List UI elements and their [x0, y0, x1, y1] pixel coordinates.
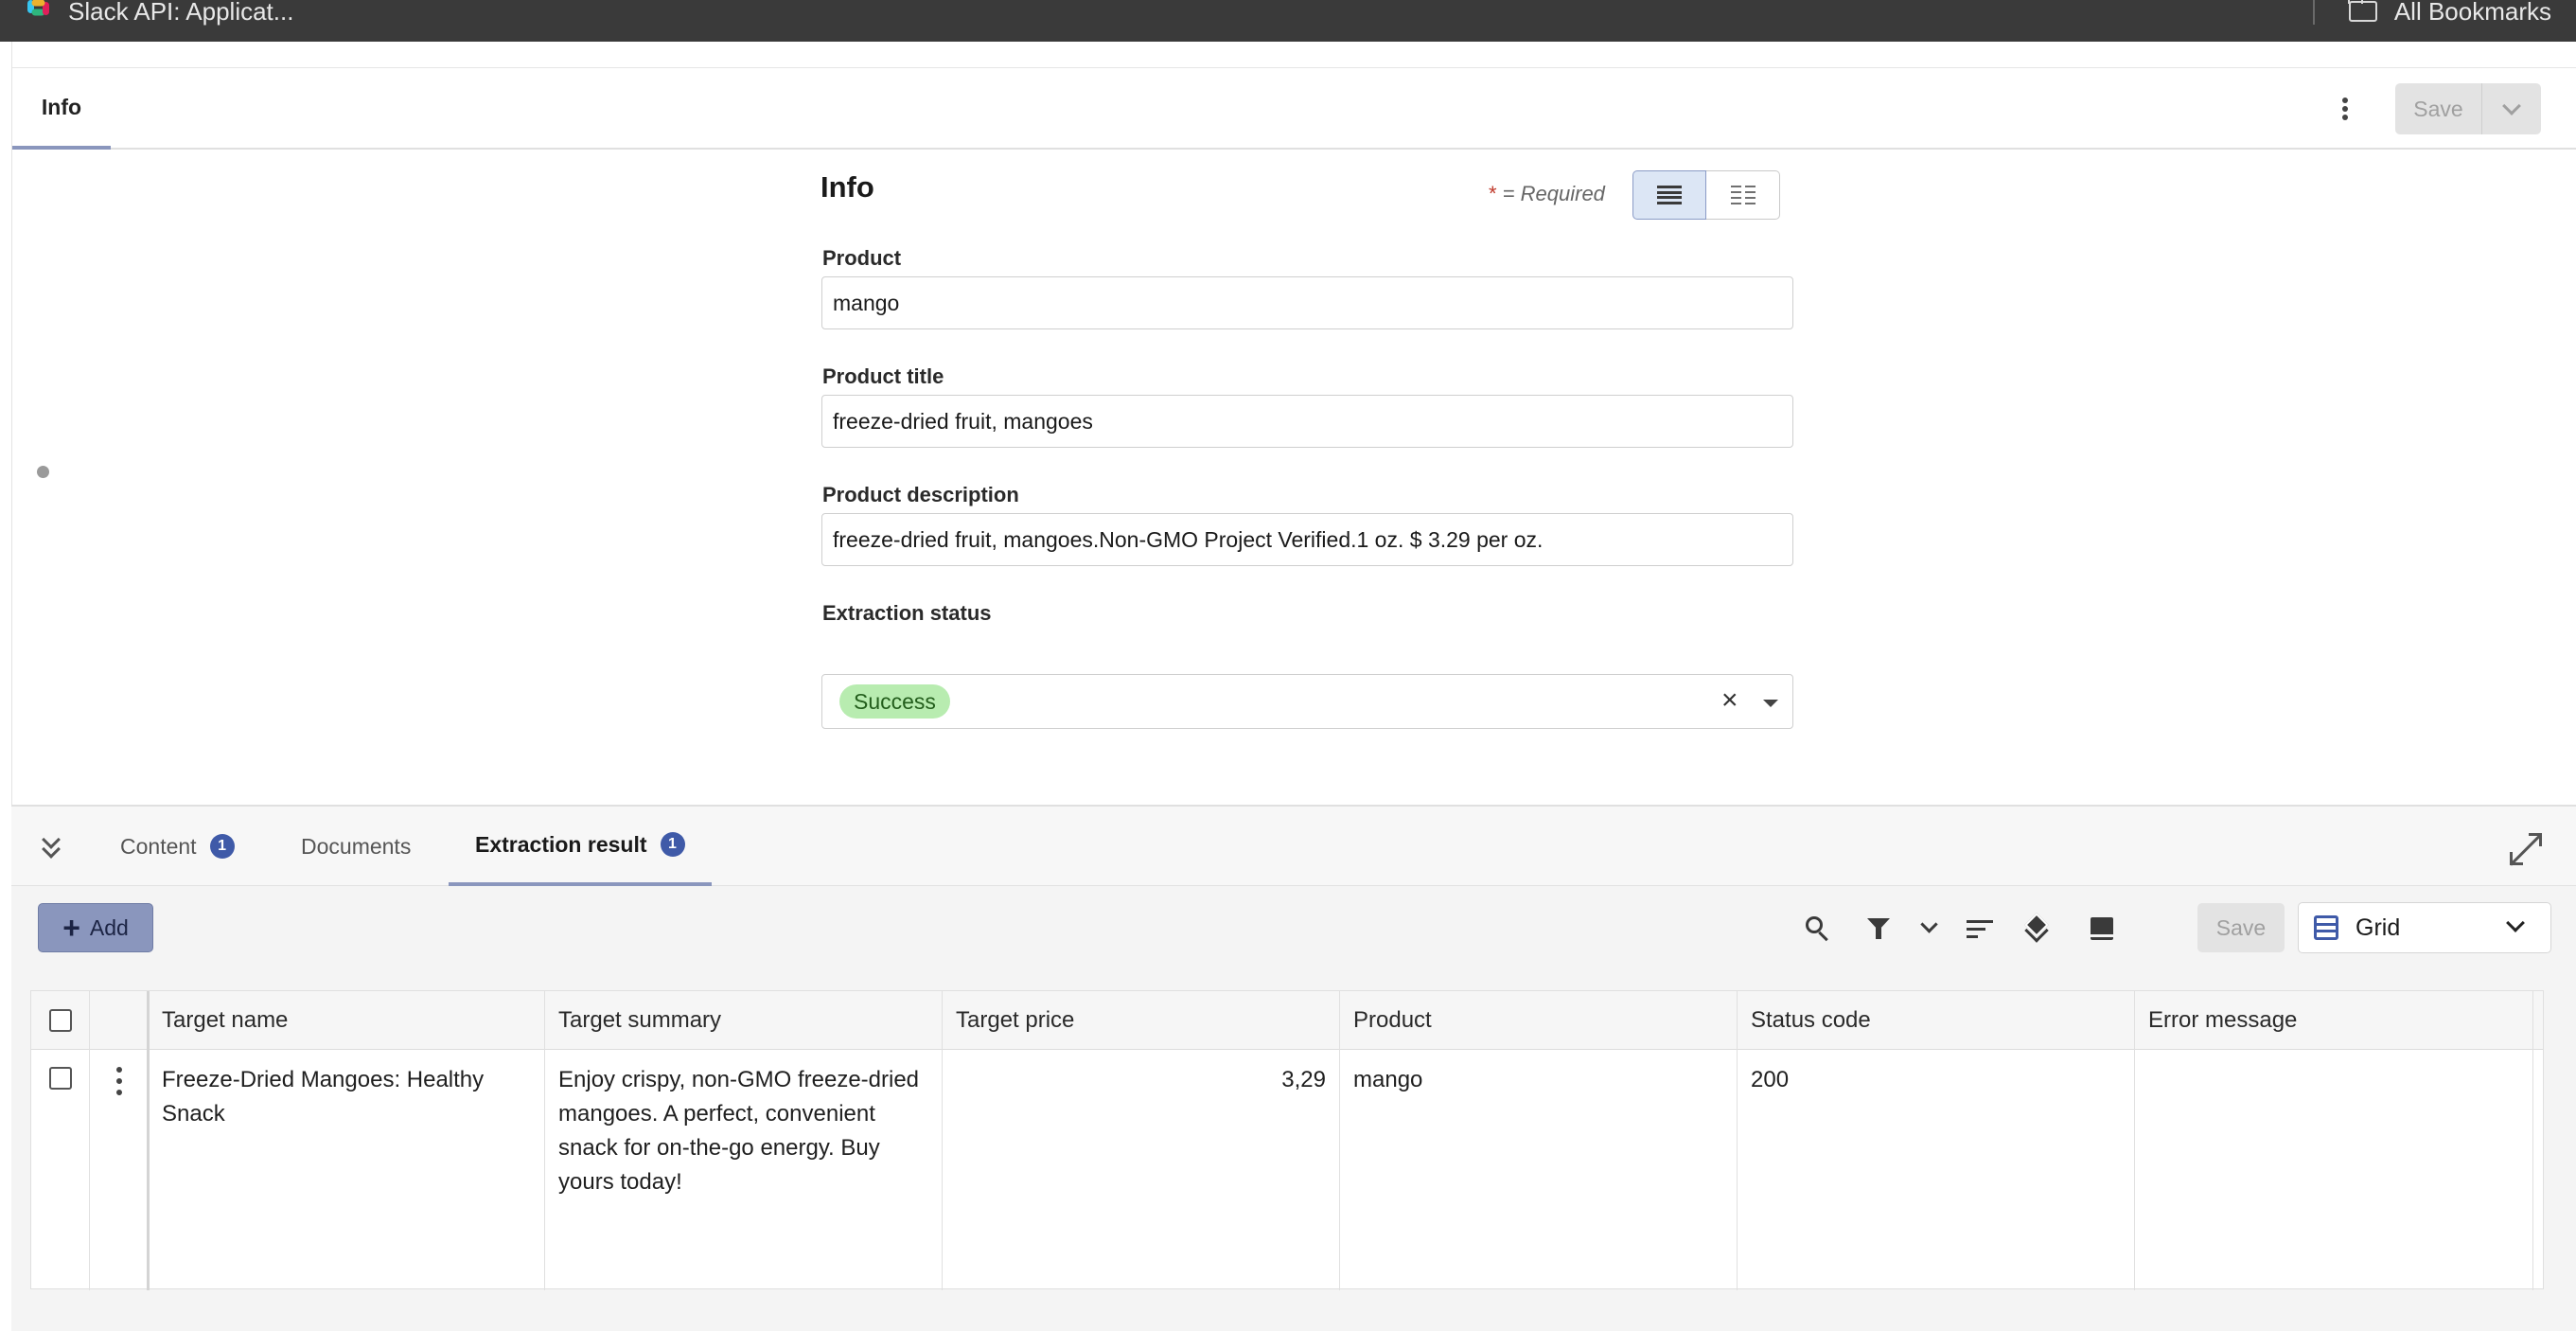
filter-options-chevron-down-icon[interactable] [1914, 913, 1942, 941]
columns-icon [1730, 186, 1756, 204]
chevron-down-icon [2506, 914, 2525, 932]
save-button[interactable]: Save [2395, 83, 2482, 134]
row-checkbox[interactable] [48, 1067, 72, 1090]
column-header-target-name[interactable]: Target name [149, 991, 545, 1050]
bookmarks-separator [2312, 0, 2315, 25]
form-section-title: Info [820, 170, 874, 204]
add-label: Add [89, 914, 129, 940]
row-more-options-icon[interactable] [105, 1065, 133, 1097]
cell-error-message[interactable] [2135, 1050, 2533, 1290]
row-actions-header [90, 991, 149, 1050]
status-badge: Success [839, 684, 950, 719]
panel-view-icon[interactable] [2088, 914, 2116, 943]
column-header-product[interactable]: Product [1340, 991, 1738, 1050]
cell-product[interactable]: mango [1340, 1050, 1738, 1290]
grid-view-icon [2314, 915, 2338, 940]
product-description-input[interactable] [821, 513, 1793, 566]
clear-icon[interactable]: × [1721, 686, 1738, 715]
select-all-cell [31, 991, 90, 1050]
two-column-layout-button[interactable] [1706, 170, 1780, 220]
extraction-status-select[interactable]: Success × [821, 674, 1793, 729]
row-actions-cell [90, 1050, 149, 1290]
product-title-input[interactable] [821, 395, 1793, 448]
single-column-layout-button[interactable] [1632, 170, 1706, 220]
save-options-chevron-down-icon[interactable] [2482, 83, 2541, 134]
app-header-strip [12, 42, 2576, 68]
product-label: Product [822, 246, 902, 270]
related-tabs: Content 1 Documents Extraction result 1 [11, 807, 2576, 886]
extraction-status-label: Extraction status [822, 601, 992, 625]
column-header-status-code[interactable]: Status code [1738, 991, 2135, 1050]
column-header-target-summary[interactable]: Target summary [545, 991, 943, 1050]
dropdown-caret-icon[interactable] [1763, 700, 1778, 707]
record-tabs: Info Save [12, 68, 2576, 150]
bookmark-slack-api[interactable]: Slack API: Applicat... [25, 0, 293, 26]
cell-target-name[interactable]: Freeze-Dried Mangoes: Healthy Snack [149, 1050, 545, 1290]
column-header-target-price[interactable]: Target price [943, 991, 1340, 1050]
slack-icon [25, 0, 53, 23]
view-select-value: Grid [2355, 914, 2401, 941]
related-records-panel: Content 1 Documents Extraction result 1 … [11, 805, 2576, 1331]
product-input[interactable] [821, 276, 1793, 329]
layout-toggle [1632, 170, 1780, 220]
cell-target-price[interactable]: 3,29 [943, 1050, 1340, 1290]
tab-label: Content [120, 833, 197, 859]
grid-toolbar: + Add Save Grid [11, 886, 2576, 969]
add-button[interactable]: + Add [38, 903, 153, 952]
column-header-error-message[interactable]: Error message [2135, 991, 2533, 1050]
tab-label: Documents [301, 833, 412, 859]
layers-icon[interactable] [2023, 913, 2052, 943]
list-lines-icon [1657, 186, 1682, 204]
filter-icon[interactable] [1864, 914, 1893, 943]
plus-icon: + [62, 911, 80, 945]
search-icon[interactable] [1804, 914, 1832, 943]
collapse-panel-icon[interactable] [40, 830, 64, 861]
browser-bookmarks-bar: Slack API: Applicat... All Bookmarks [0, 0, 2576, 42]
count-badge: 1 [209, 834, 235, 859]
tab-label: Extraction result [475, 831, 647, 857]
save-split-button[interactable]: Save [2395, 83, 2541, 134]
count-badge: 1 [660, 832, 685, 857]
extraction-result-grid: Target name Target summary Target price … [30, 990, 2544, 1290]
drag-handle-dot[interactable] [37, 466, 49, 478]
sort-icon[interactable] [1965, 914, 1993, 943]
view-select[interactable]: Grid [2298, 902, 2551, 953]
folder-icon [2348, 0, 2377, 22]
tab-extraction-result[interactable]: Extraction result 1 [449, 807, 712, 886]
tab-info[interactable]: Info [12, 68, 111, 150]
product-title-label: Product title [822, 364, 944, 388]
tab-documents[interactable]: Documents [301, 807, 411, 886]
all-bookmarks-label: All Bookmarks [2393, 0, 2551, 26]
cell-status-code[interactable]: 200 [1738, 1050, 2135, 1290]
more-options-icon[interactable] [2331, 95, 2359, 123]
tab-content[interactable]: Content 1 [120, 807, 235, 886]
all-bookmarks[interactable]: All Bookmarks [2312, 0, 2551, 26]
row-select-cell [31, 1050, 90, 1290]
expand-panel-icon[interactable] [2509, 833, 2542, 866]
required-legend: * = Required [1489, 182, 1605, 205]
grid-save-button[interactable]: Save [2197, 903, 2285, 952]
bookmark-label: Slack API: Applicat... [68, 0, 294, 26]
cell-target-summary[interactable]: Enjoy crispy, non-GMO freeze-dried mango… [545, 1050, 943, 1290]
product-description-label: Product description [822, 483, 1019, 506]
select-all-checkbox[interactable] [48, 1009, 72, 1032]
